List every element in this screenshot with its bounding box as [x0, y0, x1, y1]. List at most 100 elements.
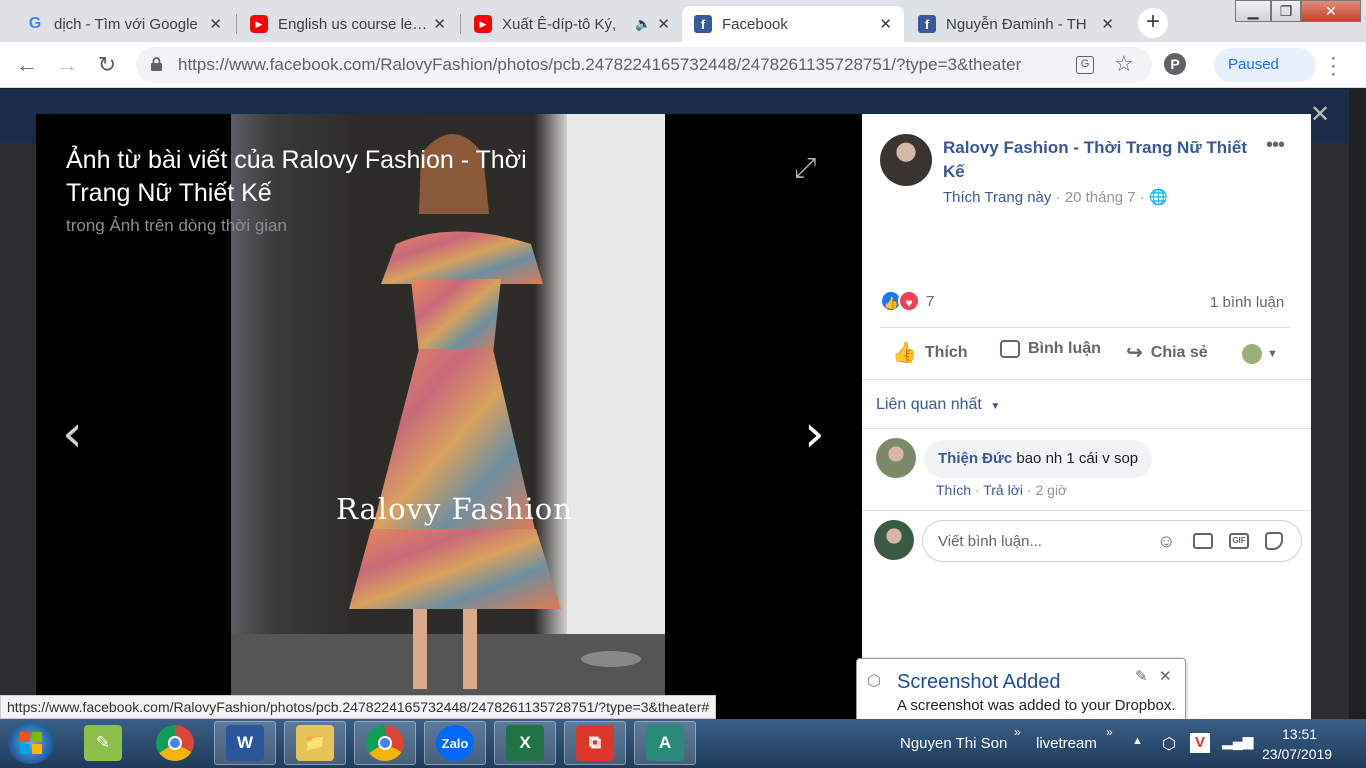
- avatar[interactable]: [876, 438, 916, 478]
- page-name[interactable]: Ralovy Fashion - Thời Trang Nữ Thiết Kế: [943, 136, 1273, 184]
- reload-icon[interactable]: ↻: [92, 50, 122, 80]
- taskbar-app-highlight[interactable]: ✎: [72, 721, 134, 765]
- chevron-right-icon[interactable]: »: [1014, 725, 1021, 739]
- profile-paused-button[interactable]: Paused: [1214, 48, 1316, 82]
- taskbar-user-toolbar[interactable]: Nguyen Thi Son: [900, 735, 1007, 752]
- close-icon[interactable]: ✕: [1159, 667, 1172, 685]
- bookmark-star-icon[interactable]: ☆: [1114, 51, 1134, 77]
- like-button[interactable]: 👍 Thích: [892, 340, 968, 365]
- folder-icon: 📁: [296, 725, 334, 761]
- comment-sort-dropdown[interactable]: Liên quan nhất ▼: [876, 396, 1000, 414]
- translate-icon[interactable]: G: [1076, 56, 1094, 74]
- close-icon[interactable]: ✕: [433, 15, 446, 33]
- show-hidden-icons[interactable]: ▲: [1132, 735, 1143, 747]
- watermark: Ralovy Fashion: [336, 492, 573, 526]
- notification-body: A screenshot was added to your Dropbox.: [897, 697, 1176, 714]
- scrollbar[interactable]: [1349, 89, 1366, 719]
- close-icon[interactable]: ✕: [209, 15, 222, 33]
- dropbox-notification[interactable]: ⬡ Screenshot Added A screenshot was adde…: [856, 658, 1186, 722]
- forward-icon[interactable]: →: [52, 50, 82, 80]
- gif-icon[interactable]: GIF: [1229, 533, 1249, 549]
- close-viewer-icon[interactable]: ✕: [1310, 100, 1330, 129]
- taskbar-livestream-toolbar[interactable]: livetream: [1036, 735, 1097, 752]
- youtube-icon: ▶: [250, 15, 268, 33]
- autocad-icon: A: [646, 725, 684, 761]
- more-options-icon[interactable]: •••: [1266, 134, 1285, 157]
- facebook-icon: f: [694, 15, 712, 33]
- taskbar-app-autocad[interactable]: A: [634, 721, 696, 765]
- chevron-right-icon[interactable]: »: [1106, 725, 1113, 739]
- tab-facebook[interactable]: f Facebook ✕: [682, 6, 904, 42]
- pin-icon[interactable]: ✎: [1135, 667, 1148, 685]
- speaker-icon[interactable]: 🔈: [635, 16, 651, 32]
- comment-time[interactable]: 2 giờ: [1035, 482, 1067, 498]
- comment-author[interactable]: Thiện Đức: [938, 450, 1012, 467]
- comment-input[interactable]: Viết bình luận... ☺ GIF: [922, 520, 1302, 562]
- comment-like-link[interactable]: Thích: [936, 482, 971, 498]
- like-page-link[interactable]: Thích Trang này: [943, 189, 1051, 206]
- zalo-icon: Zalo: [436, 725, 474, 761]
- paused-label: Paused: [1228, 56, 1279, 73]
- comment-button[interactable]: Bình luận: [1000, 340, 1101, 358]
- new-tab-button[interactable]: +: [1138, 8, 1168, 38]
- dropbox-tray-icon[interactable]: ⬡: [1162, 734, 1176, 754]
- photo-album-subtitle[interactable]: trong Ảnh trên dòng thời gian: [66, 216, 287, 236]
- close-icon[interactable]: ✕: [657, 15, 670, 33]
- comment-reply-link[interactable]: Trả lời: [983, 482, 1023, 498]
- post-date[interactable]: 20 tháng 7: [1065, 189, 1136, 206]
- comment-text: bao nh 1 cái v sop: [1016, 450, 1139, 467]
- page-avatar[interactable]: [880, 134, 932, 186]
- lock-icon[interactable]: [150, 56, 163, 72]
- dot-separator: ·: [974, 482, 984, 498]
- previous-photo-icon[interactable]: ‹: [62, 404, 83, 464]
- back-icon[interactable]: ←: [12, 50, 42, 80]
- menu-icon[interactable]: · · ·: [1330, 48, 1337, 84]
- taskbar-app-chrome-active[interactable]: [354, 721, 416, 765]
- address-bar[interactable]: https://www.facebook.com/RalovyFashion/p…: [136, 47, 1152, 83]
- taskbar-app-excel[interactable]: X: [494, 721, 556, 765]
- taskbar-app-chrome[interactable]: [144, 721, 206, 765]
- sort-label: Liên quan nhất: [876, 396, 982, 413]
- sticker-icon[interactable]: [1265, 532, 1283, 550]
- avatar[interactable]: [874, 520, 914, 560]
- pinterest-icon[interactable]: P: [1164, 53, 1186, 75]
- clock-date[interactable]: 23/07/2019: [1262, 746, 1332, 762]
- start-button[interactable]: [8, 722, 54, 764]
- emoji-icon[interactable]: ☺: [1157, 531, 1175, 552]
- close-icon[interactable]: ✕: [1101, 15, 1114, 33]
- notification-title: Screenshot Added: [897, 671, 1061, 693]
- taskbar-app-word[interactable]: W: [214, 721, 276, 765]
- camera-icon[interactable]: [1193, 533, 1213, 549]
- tab-title: Facebook: [722, 15, 788, 33]
- close-window-button[interactable]: ✕: [1301, 0, 1361, 22]
- expand-icon[interactable]: ⤢: [794, 152, 816, 185]
- status-bar-url: https://www.facebook.com/RalovyFashion/p…: [0, 695, 717, 719]
- vivaldi-tray-icon[interactable]: V: [1190, 733, 1210, 753]
- comment-placeholder: Viết bình luận...: [938, 533, 1042, 550]
- taskbar-app-pdf[interactable]: ⧉: [564, 721, 626, 765]
- browser-toolbar: ← → ↻ https://www.facebook.com/RalovyFas…: [0, 42, 1366, 88]
- audience-selector[interactable]: ▼: [1242, 344, 1278, 364]
- clock-time[interactable]: 13:51: [1282, 726, 1317, 742]
- tab-facebook-nguyen[interactable]: f Nguyễn Đaminh - TH ✕: [906, 6, 1126, 42]
- tab-youtube-xuat[interactable]: ▶ Xuất Ê-díp-tô Ký, 🔈 ✕: [462, 6, 682, 42]
- close-icon[interactable]: ✕: [879, 15, 892, 33]
- share-button[interactable]: ↪ Chia sẻ: [1126, 340, 1208, 365]
- taskbar-app-zalo[interactable]: Zalo: [424, 721, 486, 765]
- taskbar-app-explorer[interactable]: 📁: [284, 721, 346, 765]
- maximize-button[interactable]: ❐: [1271, 0, 1301, 22]
- excel-icon: X: [506, 725, 544, 761]
- comment-bubble: Thiện Đức bao nh 1 cái v sop: [924, 440, 1153, 478]
- reactions-summary[interactable]: 👍 ♥ 7: [880, 290, 934, 312]
- tab-youtube-english[interactable]: ▶ English us course leve ✕: [238, 6, 458, 42]
- comment-count[interactable]: 1 bình luận: [1210, 294, 1284, 311]
- tab-google[interactable]: G dịch - Tìm với Google ✕: [14, 6, 234, 42]
- minimize-button[interactable]: ▁: [1235, 0, 1271, 22]
- globe-icon: 🌐: [1149, 189, 1168, 206]
- divider: [862, 510, 1311, 511]
- windows-logo-icon: [20, 732, 42, 754]
- love-reaction-icon: ♥: [898, 290, 920, 312]
- network-signal-icon[interactable]: ▂▄▆: [1222, 733, 1253, 750]
- next-photo-icon[interactable]: ›: [804, 404, 825, 464]
- dot-separator: ·: [1139, 189, 1149, 206]
